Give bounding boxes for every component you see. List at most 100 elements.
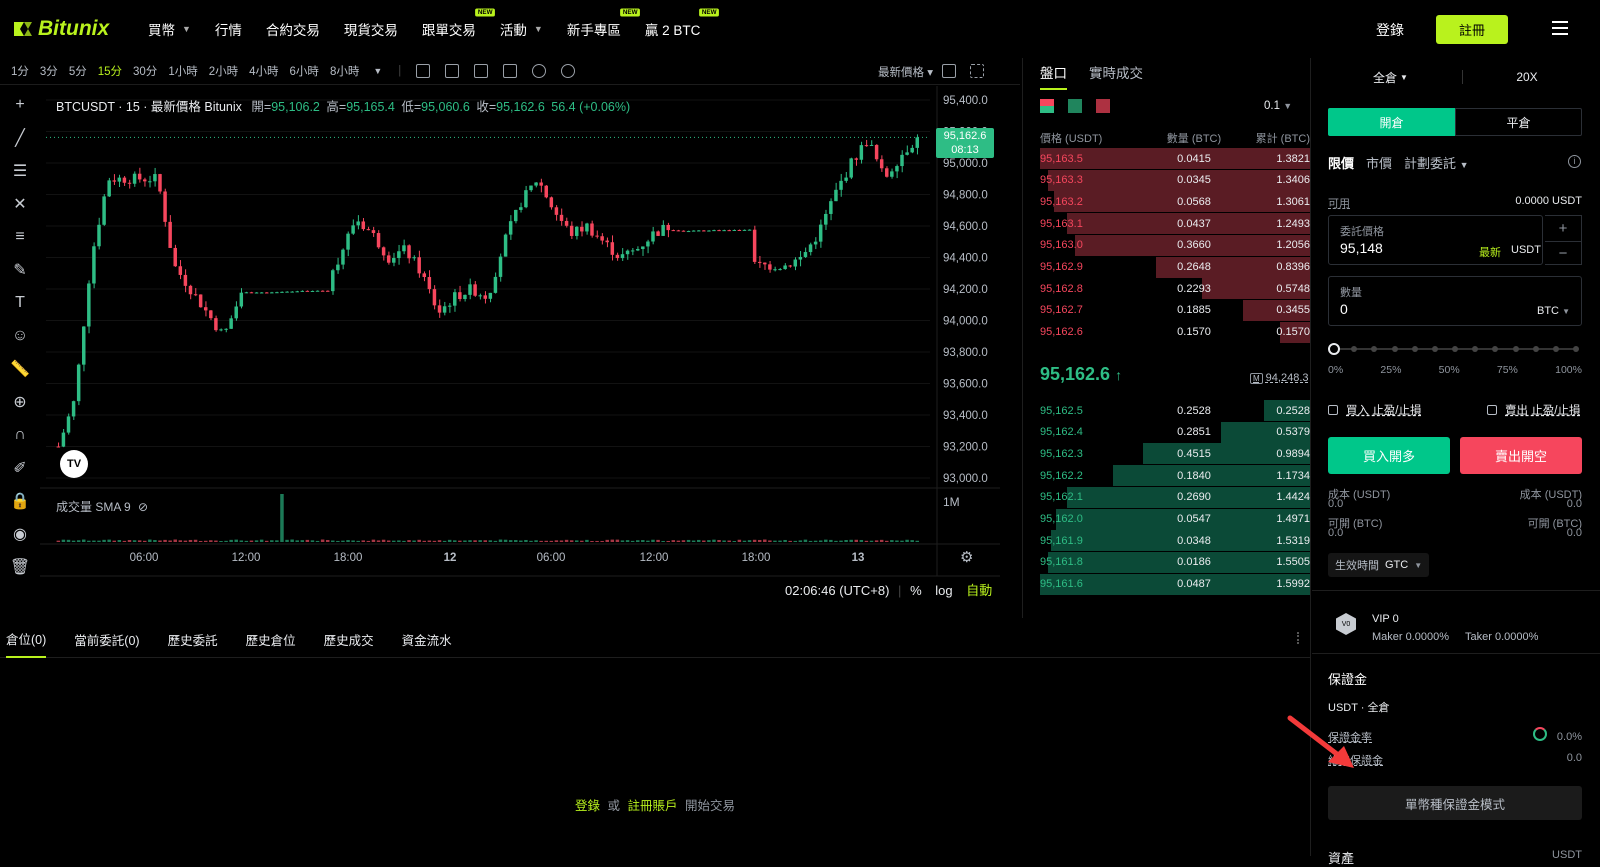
orderbook-row[interactable]: 95,162.0 0.0547 1.4971: [1040, 508, 1310, 530]
price-input[interactable]: 委託價格 95,148 最新 USDT: [1328, 215, 1543, 265]
tab-orderbook[interactable]: 盤口: [1040, 62, 1067, 90]
eye-off-icon[interactable]: ⊘: [138, 500, 148, 514]
tab-bottom-3[interactable]: 歷史倉位: [246, 618, 296, 657]
tab-close-position[interactable]: 平倉: [1455, 108, 1582, 136]
timeframe-0[interactable]: 1分: [11, 63, 29, 79]
mark-price[interactable]: M 94,248.3: [1250, 372, 1309, 384]
tab-bottom-1[interactable]: 當前委託(0): [74, 618, 139, 657]
price-type-select[interactable]: 最新價格 ▾: [878, 64, 933, 80]
lock-icon[interactable]: 🔒: [10, 491, 30, 511]
latest-price-link[interactable]: 最新: [1479, 244, 1501, 260]
buy-long-button[interactable]: 買入開多: [1328, 437, 1450, 474]
nav-item-3[interactable]: 現貨交易: [344, 19, 398, 39]
timeframe-3[interactable]: 15分: [98, 63, 122, 79]
timeframe-9[interactable]: 8小時: [330, 63, 359, 79]
orderbook-row[interactable]: 95,162.2 0.1840 1.1734: [1040, 465, 1310, 487]
orderbook-row[interactable]: 95,162.4 0.2851 0.5379: [1040, 421, 1310, 443]
tab-bottom-0[interactable]: 倉位(0): [6, 617, 47, 658]
trash-icon[interactable]: 🗑: [10, 557, 30, 577]
nav-item-5[interactable]: 活動 ▼: [500, 19, 543, 39]
bids-view-icon[interactable]: [1068, 99, 1082, 113]
tab-plan-order[interactable]: 計劃委託 ▼: [1404, 153, 1469, 172]
candle-type-icon[interactable]: [416, 64, 431, 78]
chart-settings-gear-icon[interactable]: ⚙: [960, 548, 973, 566]
tab-bottom-4[interactable]: 歷史成交: [324, 618, 374, 657]
timeframe-4[interactable]: 30分: [133, 63, 157, 79]
precision-select[interactable]: 0.1 ▼: [1264, 100, 1292, 112]
eye-icon[interactable]: ◉: [10, 524, 30, 544]
horizontal-lines-icon[interactable]: ☰: [10, 161, 30, 181]
timeframe-8[interactable]: 6小時: [290, 63, 319, 79]
buy-tpsl-checkbox[interactable]: 買入 止盈/止損: [1328, 402, 1421, 418]
lock-drawings-icon[interactable]: ✐: [10, 458, 30, 478]
login-link[interactable]: 登錄: [1376, 20, 1404, 40]
orderbook-row[interactable]: 95,161.8 0.0186 1.5505: [1040, 551, 1310, 573]
orderbook-row[interactable]: 95,162.7 0.1885 0.3455: [1040, 299, 1310, 321]
hamburger-menu-icon[interactable]: [1552, 21, 1568, 35]
margin-mode-select[interactable]: 全倉 ▼: [1328, 62, 1453, 92]
time-in-force-select[interactable]: 生效時間 GTC ▼: [1328, 553, 1430, 577]
brush-icon[interactable]: ✎: [10, 260, 30, 280]
auto-toggle[interactable]: 自動: [966, 583, 992, 598]
login-prompt-link[interactable]: 登錄: [575, 799, 600, 813]
orderbook-row[interactable]: 95,161.6 0.0487 1.5992: [1040, 573, 1310, 595]
fullscreen-icon[interactable]: [970, 64, 984, 78]
qty-unit-select[interactable]: BTC ▼: [1537, 305, 1570, 317]
orderbook-row[interactable]: 95,163.1 0.0437 1.2493: [1040, 213, 1310, 235]
trendline-icon[interactable]: ╱: [10, 128, 30, 148]
nav-item-4[interactable]: 跟單交易 NEW: [422, 8, 495, 39]
orderbook-row[interactable]: 95,163.2 0.0568 1.3061: [1040, 191, 1310, 213]
tab-open-position[interactable]: 開倉: [1328, 108, 1455, 136]
pattern-icon[interactable]: ✕: [10, 194, 30, 214]
tab-market[interactable]: 市價: [1366, 153, 1392, 172]
magnet-icon[interactable]: ∩: [10, 425, 30, 445]
orderbook-row[interactable]: 95,163.5 0.0415 1.3821: [1040, 148, 1310, 169]
orderbook-row[interactable]: 95,162.5 0.2528 0.2528: [1040, 400, 1310, 421]
both-sides-view-icon[interactable]: [1040, 99, 1054, 113]
nav-item-1[interactable]: 行情: [215, 19, 242, 39]
emoji-icon[interactable]: ☺: [10, 326, 30, 346]
orderbook-row[interactable]: 95,161.9 0.0348 1.5319: [1040, 530, 1310, 552]
timeframe-2[interactable]: 5分: [69, 63, 87, 79]
brand-logo[interactable]: Bitunix: [12, 17, 138, 41]
tab-trades[interactable]: 實時成交: [1089, 62, 1143, 90]
orderbook-row[interactable]: 95,163.3 0.0345 1.3406: [1040, 169, 1310, 191]
orderbook-row[interactable]: 95,162.9 0.2648 0.8396: [1040, 256, 1310, 278]
candlestick-chart[interactable]: 95,400.095,200.095,000.094,800.094,600.0…: [40, 86, 1020, 616]
nav-item-0[interactable]: 買幣 ▼: [148, 19, 191, 39]
settings-gear-icon[interactable]: [532, 64, 547, 78]
tab-bottom-5[interactable]: 資金流水: [402, 618, 452, 657]
orderbook-row[interactable]: 95,162.1 0.2690 1.4424: [1040, 486, 1310, 508]
ruler-icon[interactable]: 📏: [10, 359, 30, 379]
timeframe-6[interactable]: 2小時: [209, 63, 238, 79]
refresh-icon[interactable]: [561, 64, 576, 78]
nav-item-6[interactable]: 新手專區 NEW: [567, 8, 640, 39]
timeframe-7[interactable]: 4小時: [249, 63, 278, 79]
draw-icon[interactable]: [474, 64, 489, 78]
timeframe-5[interactable]: 1小時: [168, 63, 197, 79]
orderbook-row[interactable]: 95,162.3 0.4515 0.9894: [1040, 443, 1310, 465]
log-toggle[interactable]: log: [935, 583, 952, 598]
info-icon[interactable]: i: [1568, 155, 1581, 168]
leverage-select[interactable]: 20X: [1472, 62, 1582, 92]
qty-slider[interactable]: [1328, 343, 1582, 355]
indicator-icon[interactable]: [445, 64, 460, 78]
register-account-link[interactable]: 註冊賬戶: [627, 799, 677, 813]
tab-limit[interactable]: 限價: [1328, 153, 1354, 172]
template-icon[interactable]: [503, 64, 518, 78]
nav-item-2[interactable]: 合約交易: [266, 19, 320, 39]
slider-handle[interactable]: [1328, 343, 1340, 355]
nav-item-7[interactable]: 贏 2 BTC NEW: [645, 8, 720, 39]
zoom-in-icon[interactable]: ⊕: [10, 392, 30, 412]
register-button[interactable]: 註冊: [1436, 15, 1508, 44]
orderbook-row[interactable]: 95,162.8 0.2293 0.5748: [1040, 278, 1310, 300]
tab-bottom-2[interactable]: 歷史委託: [168, 618, 218, 657]
fib-icon[interactable]: ≡: [10, 227, 30, 247]
timeframe-more-caret-icon[interactable]: ▼: [373, 66, 382, 76]
panel-more-icon[interactable]: [1297, 632, 1299, 644]
sell-short-button[interactable]: 賣出開空: [1460, 437, 1582, 474]
orderbook-row[interactable]: 95,163.0 0.3660 1.2056: [1040, 234, 1310, 256]
crosshair-icon[interactable]: +: [10, 95, 30, 115]
percent-toggle[interactable]: %: [910, 583, 922, 598]
sell-tpsl-checkbox[interactable]: 賣出 止盈/止損: [1487, 402, 1580, 418]
